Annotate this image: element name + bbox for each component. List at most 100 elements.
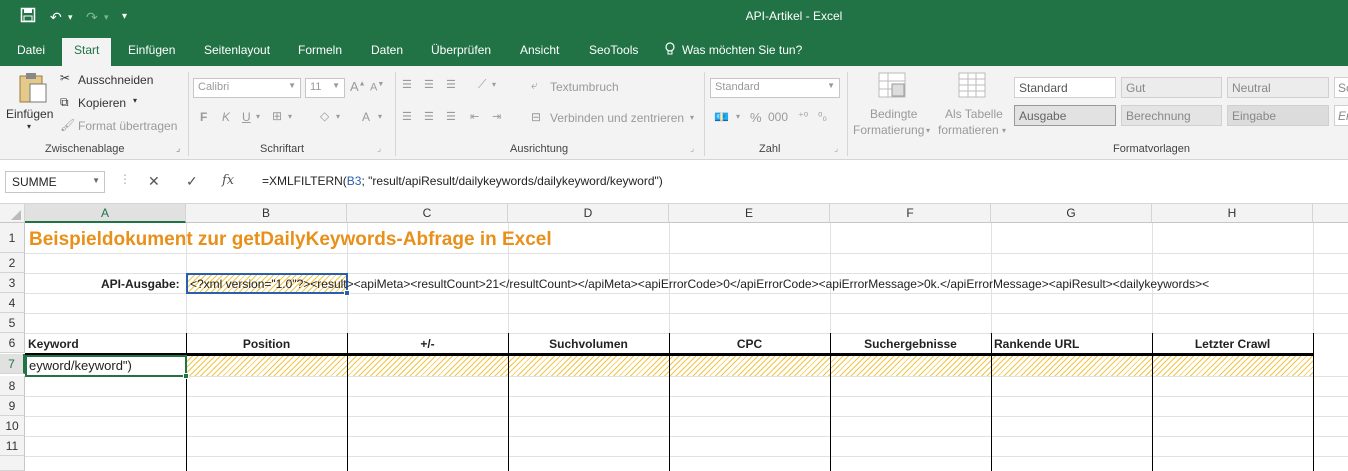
clipboard-group-label: Zwischenablage	[45, 143, 125, 155]
formula-input[interactable]: =XMLFILTERN(B3; "result/apiResult/dailyk…	[262, 174, 663, 188]
column-header-e[interactable]: E	[669, 204, 830, 223]
paste-button[interactable]: Einfügen	[6, 107, 53, 121]
align-center-icon: ☰	[424, 111, 434, 123]
column-header-a[interactable]: A	[25, 204, 186, 223]
style-eingabe[interactable]: Eingabe	[1227, 105, 1329, 126]
row-header-8[interactable]: 8	[0, 376, 25, 396]
formula-suffix: ; "result/apiResult/dailykeywords/dailyk…	[361, 174, 663, 188]
font-name-select[interactable]: Calibri ▼	[193, 78, 301, 98]
style-erklaerend[interactable]: Er	[1334, 105, 1348, 126]
active-fill-handle[interactable]	[183, 373, 189, 379]
row-header-12[interactable]	[0, 456, 25, 471]
api-output-value[interactable]: <?xml version="1.0"?><result><apiMeta><r…	[190, 274, 1348, 294]
font-launcher-icon: ⌟	[377, 143, 382, 153]
insert-function-icon[interactable]: fx	[222, 173, 234, 188]
header-keyword[interactable]: Keyword	[28, 334, 79, 354]
header-cpc[interactable]: CPC	[669, 334, 830, 354]
cancel-icon[interactable]: ✕	[148, 173, 160, 190]
gridline	[25, 376, 1348, 377]
format-as-table-dropdown-icon: ▾	[1002, 126, 1007, 135]
tab-ansicht[interactable]: Ansicht	[520, 42, 559, 58]
increase-decimal-icon: ⁺⁰	[798, 111, 809, 123]
row-header-4[interactable]: 4	[0, 293, 25, 313]
column-header-b[interactable]: B	[186, 204, 347, 223]
header-ranking-url[interactable]: Rankende URL	[994, 334, 1079, 354]
ribbon-tabs: Datei Start Einfügen Seitenlayout Formel…	[0, 34, 1348, 66]
shrink-font-icon: A▼	[370, 81, 385, 94]
copy-dropdown-icon[interactable]: ▾	[133, 96, 137, 105]
tab-formeln[interactable]: Formeln	[298, 42, 342, 58]
style-neutral[interactable]: Neutral	[1227, 77, 1329, 98]
gridline	[25, 416, 1348, 417]
ribbon: Einfügen ▾ ✂ Ausschneiden ⧉ Kopieren ▾ 🖌…	[0, 66, 1348, 160]
number-format-select[interactable]: Standard ▼	[710, 78, 840, 98]
tab-datei[interactable]: Datei	[17, 42, 45, 58]
header-position[interactable]: Position	[186, 334, 347, 354]
copy-button[interactable]: Kopieren	[78, 96, 126, 110]
tab-start[interactable]: Start	[62, 38, 112, 66]
column-header-g[interactable]: G	[991, 204, 1152, 223]
decrease-indent-icon: ⇤	[470, 111, 480, 123]
select-all-corner[interactable]	[0, 204, 25, 223]
currency-dropdown-icon: ▾	[736, 112, 741, 121]
row-header-11[interactable]: 11	[0, 436, 25, 456]
header-last-crawl[interactable]: Letzter Crawl	[1152, 334, 1313, 354]
worksheet-grid[interactable]: A B C D E F G H 1 2 3 4 5 6 7 8 9 10 11 …	[0, 204, 1348, 471]
column-header-c[interactable]: C	[347, 204, 508, 223]
column-header-f[interactable]: F	[830, 204, 991, 223]
column-header-d[interactable]: D	[508, 204, 669, 223]
orientation-dropdown-icon: ▾	[492, 80, 497, 89]
align-left-icon: ☰	[402, 111, 412, 123]
divider	[847, 72, 848, 156]
header-search-volume[interactable]: Suchvolumen	[508, 334, 669, 354]
row-header-6[interactable]: 6	[0, 333, 25, 353]
title-bar: ↶ ▾ ↷ ▾ ▾ API-Artikel - Excel	[0, 0, 1348, 34]
style-ausgabe[interactable]: Ausgabe	[1014, 105, 1116, 126]
tab-ueberpruefen[interactable]: Überprüfen	[431, 42, 491, 58]
font-size-select[interactable]: 11 ▼	[305, 78, 345, 98]
column-header-h[interactable]: H	[1152, 204, 1313, 223]
column-header-i[interactable]	[1313, 204, 1348, 223]
orientation-icon: ⟋	[478, 77, 487, 91]
tab-seotools[interactable]: SeoTools	[589, 42, 638, 58]
sheet-title[interactable]: Beispieldokument zur getDailyKeywords-Ab…	[29, 227, 552, 253]
row-header-5[interactable]: 5	[0, 313, 25, 333]
tab-seitenlayout[interactable]: Seitenlayout	[204, 42, 270, 58]
cut-button[interactable]: Ausschneiden	[78, 73, 153, 87]
currency-icon: 💶	[714, 110, 729, 124]
fill-color-icon: ◇	[320, 109, 330, 123]
chevron-down-icon: ▼	[827, 81, 835, 90]
copy-icon[interactable]: ⧉	[60, 95, 69, 110]
row-header-1[interactable]: 1	[0, 223, 25, 253]
style-gut[interactable]: Gut	[1121, 77, 1222, 98]
paste-icon[interactable]	[18, 72, 48, 107]
number-format-value: Standard	[715, 81, 760, 93]
grow-font-icon: A▲	[350, 79, 366, 94]
table-border	[1313, 333, 1314, 471]
header-change[interactable]: +/-	[347, 334, 508, 354]
table-border	[991, 333, 992, 471]
api-output-label[interactable]: API-Ausgabe:	[101, 274, 180, 294]
tab-einfuegen[interactable]: Einfügen	[128, 42, 175, 58]
row-header-10[interactable]: 10	[0, 416, 25, 436]
style-schlecht[interactable]: Sc	[1334, 77, 1348, 98]
gridline	[25, 396, 1348, 397]
name-box[interactable]: SUMME ▼	[5, 171, 105, 193]
enter-icon[interactable]: ✓	[186, 173, 198, 190]
gridline	[25, 436, 1348, 437]
cut-icon[interactable]: ✂	[60, 71, 70, 85]
tell-me-search[interactable]: Was möchten Sie tun?	[682, 42, 802, 58]
cell-a7-text[interactable]: eyword/keyword")	[29, 356, 132, 376]
clipboard-launcher-icon[interactable]: ⌟	[176, 143, 180, 154]
paste-dropdown-icon[interactable]: ▾	[27, 122, 31, 131]
font-size-value: 11	[310, 81, 322, 93]
tab-daten[interactable]: Daten	[371, 42, 403, 58]
row-header-7[interactable]: 7	[0, 354, 25, 374]
row-header-3[interactable]: 3	[0, 273, 25, 293]
header-search-results[interactable]: Suchergebnisse	[830, 334, 991, 354]
style-standard[interactable]: Standard	[1014, 77, 1116, 98]
row-header-2[interactable]: 2	[0, 253, 25, 273]
row-header-9[interactable]: 9	[0, 396, 25, 416]
border-dropdown-icon: ▾	[288, 112, 293, 121]
style-berechnung[interactable]: Berechnung	[1121, 105, 1222, 126]
